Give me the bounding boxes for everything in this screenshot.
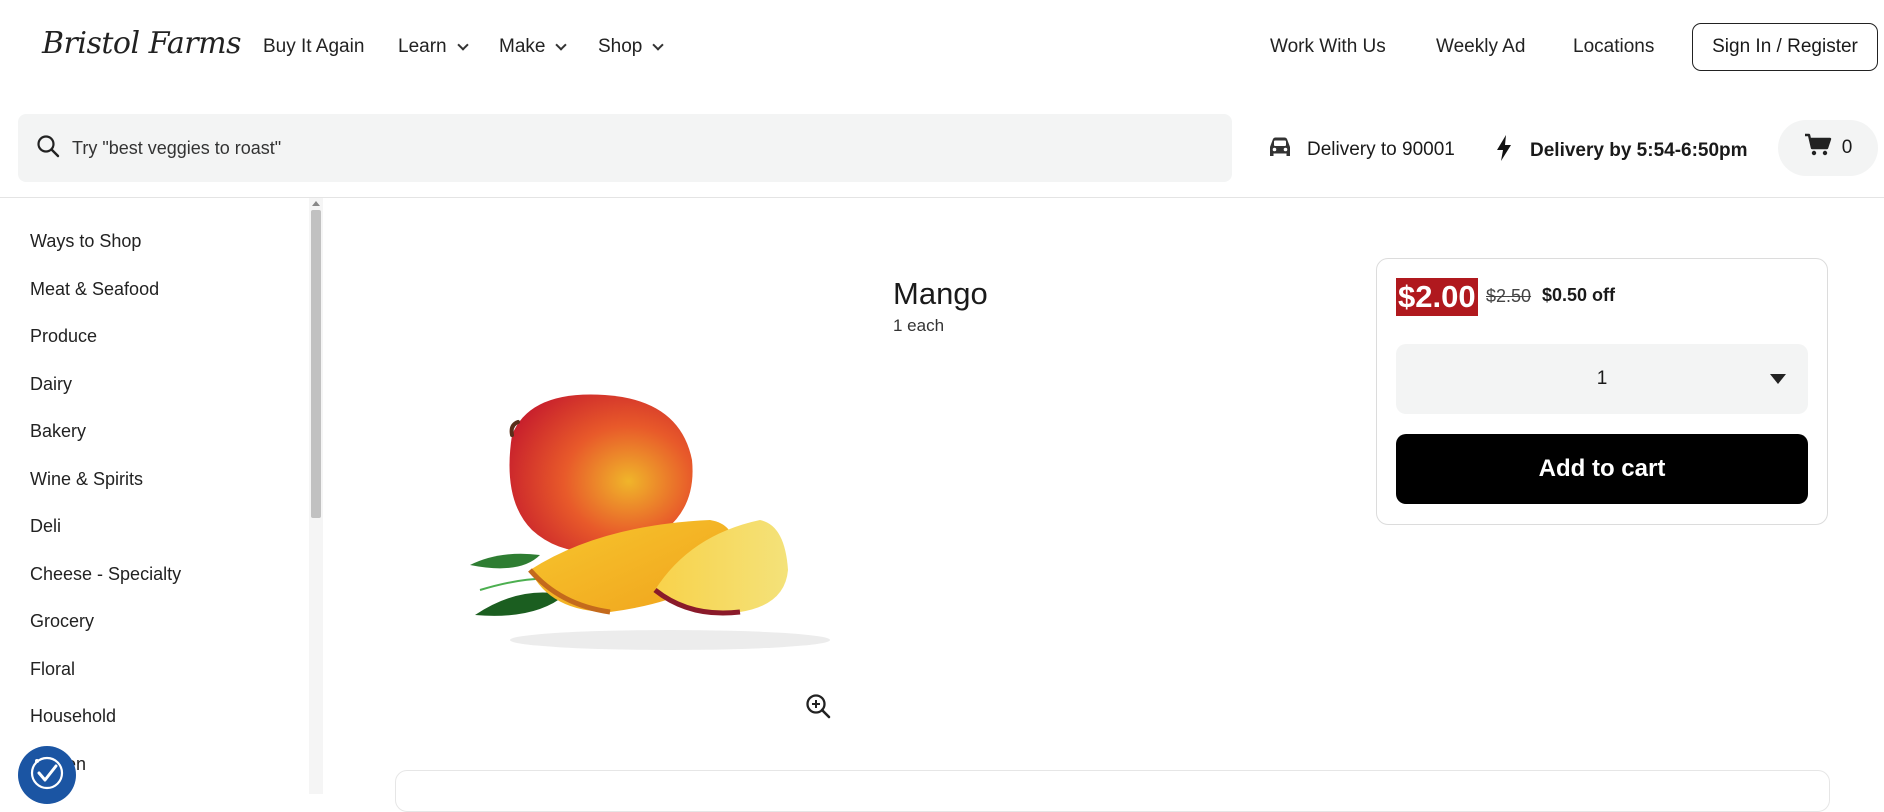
- cart-count: 0: [1841, 137, 1853, 158]
- nav-make-label: Make: [499, 36, 546, 57]
- quantity-select[interactable]: 1: [1396, 344, 1808, 414]
- car-icon: [1267, 135, 1293, 165]
- top-navigation: Bristol Farms Buy It Again Learn Make Sh…: [0, 0, 1884, 96]
- sidebar-item-bakery[interactable]: Bakery: [30, 421, 86, 442]
- product-image: [470, 394, 830, 650]
- sidebar-item-meat-seafood[interactable]: Meat & Seafood: [30, 279, 159, 300]
- caret-down-icon: [1770, 374, 1786, 384]
- chevron-down-icon: [555, 39, 568, 51]
- sidebar-item-household[interactable]: Household: [30, 706, 116, 727]
- sidebar-scrollbar-thumb[interactable]: [311, 210, 321, 518]
- add-to-cart-label: Add to cart: [1538, 455, 1666, 482]
- accessibility-button[interactable]: [18, 746, 76, 804]
- zoom-in-icon[interactable]: [805, 693, 831, 724]
- sidebar-item-wine-spirits[interactable]: Wine & Spirits: [30, 469, 143, 490]
- category-sidebar: Ways to Shop Meat & Seafood Produce Dair…: [0, 198, 310, 794]
- search-bar[interactable]: [18, 114, 1232, 182]
- nav-weekly-ad-label: Weekly Ad: [1436, 36, 1526, 57]
- nav-learn[interactable]: Learn: [398, 36, 469, 58]
- search-icon: [36, 134, 60, 163]
- nav-weekly-ad[interactable]: Weekly Ad: [1436, 36, 1525, 58]
- nav-work-with-us[interactable]: Work With Us: [1270, 36, 1386, 58]
- lightning-icon: [1496, 135, 1512, 167]
- original-price: $2.50: [1486, 286, 1532, 306]
- accessibility-icon: [27, 753, 67, 798]
- product-size: 1 each: [893, 316, 945, 335]
- sale-price: $2.00: [1396, 278, 1478, 316]
- add-to-cart-button[interactable]: Add to cart: [1396, 434, 1808, 504]
- sidebar-item-floral[interactable]: Floral: [30, 659, 75, 680]
- quantity-value: 1: [1596, 368, 1608, 389]
- chevron-down-icon: [456, 39, 469, 51]
- delivery-zip-label: Delivery to 90001: [1307, 139, 1455, 160]
- nav-buy-it-again-label: Buy It Again: [263, 36, 365, 57]
- sidebar-item-dairy[interactable]: Dairy: [30, 374, 72, 395]
- sign-in-register-label: Sign In / Register: [1712, 36, 1858, 57]
- nav-shop[interactable]: Shop: [598, 36, 665, 58]
- nav-make[interactable]: Make: [499, 36, 568, 58]
- sidebar-item-grocery[interactable]: Grocery: [30, 611, 94, 632]
- search-input[interactable]: [70, 136, 1174, 160]
- product-title: Mango: [893, 276, 988, 311]
- nav-locations-label: Locations: [1573, 36, 1655, 57]
- nav-buy-it-again[interactable]: Buy It Again: [263, 36, 364, 58]
- delivery-zip[interactable]: Delivery to 90001: [1267, 135, 1455, 165]
- sidebar-item-deli[interactable]: Deli: [30, 516, 61, 537]
- cart-button[interactable]: 0: [1778, 120, 1878, 176]
- sidebar-item-ways-to-shop[interactable]: Ways to Shop: [30, 231, 141, 252]
- sidebar-item-cheese-specialty[interactable]: Cheese - Specialty: [30, 564, 181, 585]
- chevron-down-icon: [652, 39, 665, 51]
- nav-work-with-us-label: Work With Us: [1270, 36, 1386, 57]
- nav-learn-label: Learn: [398, 36, 447, 57]
- scroll-up-arrow-icon[interactable]: [312, 201, 320, 206]
- cart-icon: [1804, 133, 1832, 163]
- sidebar-item-produce[interactable]: Produce: [30, 326, 97, 347]
- brand-logo[interactable]: Bristol Farms: [42, 26, 241, 61]
- nav-shop-label: Shop: [598, 36, 643, 57]
- sign-in-register-button[interactable]: Sign In / Register: [1692, 23, 1878, 71]
- delivery-time-label: Delivery by 5:54-6:50pm: [1530, 140, 1748, 161]
- product-details-card: [395, 770, 1830, 812]
- delivery-time[interactable]: Delivery by 5:54-6:50pm: [1496, 135, 1748, 167]
- discount-amount: $0.50 off: [1542, 285, 1616, 305]
- nav-locations[interactable]: Locations: [1573, 36, 1654, 58]
